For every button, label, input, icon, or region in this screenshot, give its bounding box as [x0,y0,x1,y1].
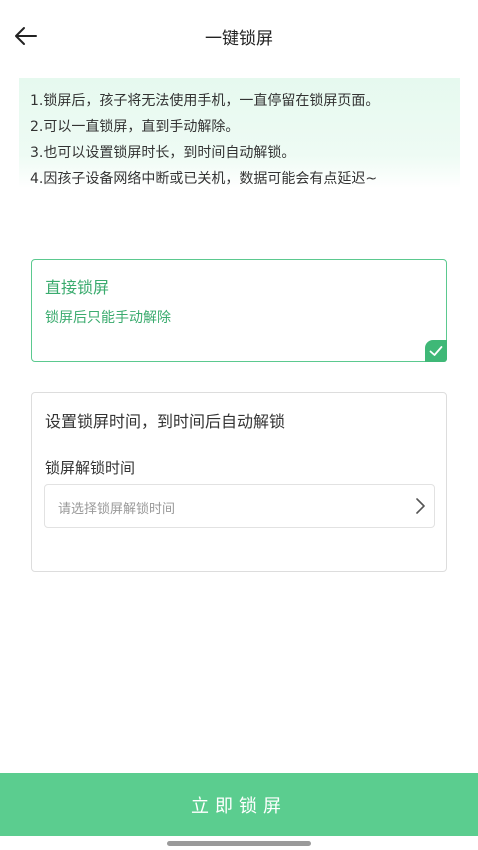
notice-line: 4.因孩子设备网络中断或已关机，数据可能会有点延迟~ [30,171,378,187]
unlock-time-label: 锁屏解锁时间 [45,459,136,477]
direct-lock-title: 直接锁屏 [45,278,110,297]
unlock-time-select[interactable]: 请选择锁屏解锁时间 [44,484,435,528]
home-indicator[interactable] [167,841,311,846]
direct-lock-subtitle: 锁屏后只能手动解除 [45,310,171,326]
lock-screen-page: 一键锁屏 1.锁屏后，孩子将无法使用手机，一直停留在锁屏页面。 2.可以一直锁屏… [0,0,478,850]
notice-line: 1.锁屏后，孩子将无法使用手机，一直停留在锁屏页面。 [30,93,380,109]
notice-box: 1.锁屏后，孩子将无法使用手机，一直停留在锁屏页面。 2.可以一直锁屏，直到手动… [19,78,460,188]
timed-lock-option[interactable]: 设置锁屏时间，到时间后自动解锁 锁屏解锁时间 请选择锁屏解锁时间 [31,392,447,572]
check-icon [429,346,443,356]
page-title: 一键锁屏 [205,29,273,49]
chevron-right-icon [416,498,425,514]
selected-badge [425,340,447,362]
header: 一键锁屏 [0,0,478,72]
direct-lock-option[interactable]: 直接锁屏 锁屏后只能手动解除 [31,259,447,362]
notice-line: 2.可以一直锁屏，直到手动解除。 [30,119,240,135]
timed-lock-title: 设置锁屏时间，到时间后自动解锁 [45,412,286,431]
lock-now-button[interactable]: 立即锁屏 [0,773,478,836]
notice-line: 3.也可以设置锁屏时长，到时间自动解锁。 [30,145,296,161]
unlock-time-placeholder: 请选择锁屏解锁时间 [58,502,176,517]
